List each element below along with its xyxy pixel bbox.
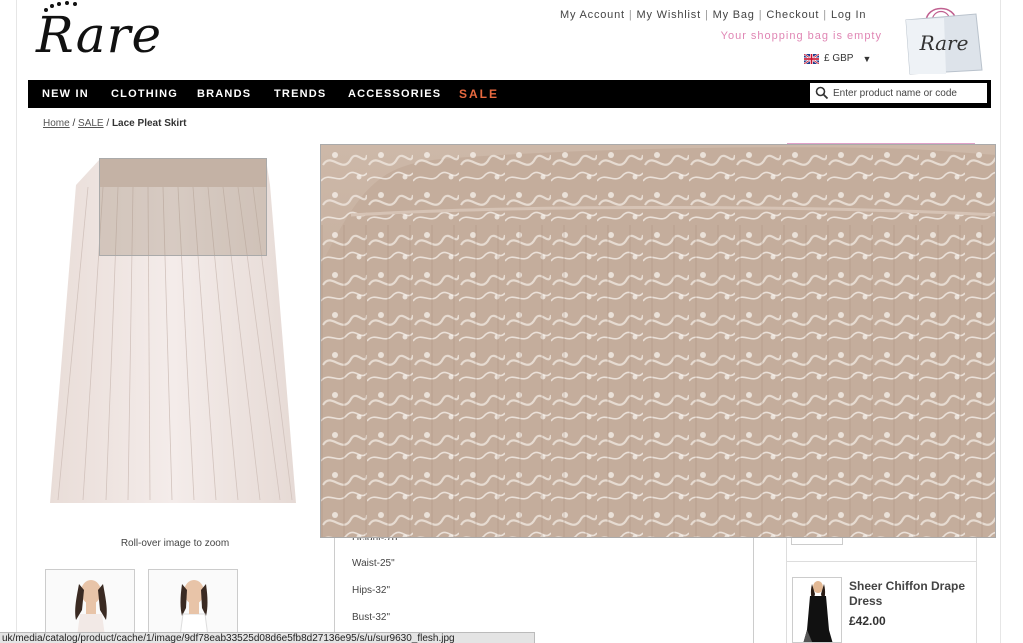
link-separator: | — [628, 9, 633, 21]
detail-hips: Hips-32" — [352, 585, 391, 596]
related-product-image[interactable] — [792, 577, 842, 643]
search-box — [809, 82, 988, 104]
page-border-left — [16, 0, 17, 643]
detail-waist: Waist-25" — [352, 558, 395, 569]
login-link[interactable]: Log In — [831, 9, 866, 21]
currency-selector[interactable]: £ GBP ▼ — [804, 53, 871, 64]
site-logo[interactable]: Rare — [36, 0, 176, 70]
search-icon[interactable] — [815, 86, 829, 100]
nav-new-in[interactable]: NEW IN — [42, 80, 89, 108]
related-thumbnail[interactable] — [791, 538, 843, 545]
nav-trends[interactable]: TRENDS — [274, 80, 326, 108]
breadcrumb-sale[interactable]: SALE — [78, 118, 104, 129]
related-product-price: £42.00 — [849, 614, 886, 628]
my-bag-link[interactable]: My Bag — [713, 9, 755, 21]
breadcrumb-current: Lace Pleat Skirt — [111, 118, 187, 129]
bag-status: Your shopping bag is empty — [720, 30, 882, 42]
shopping-bag-icon[interactable]: Rare — [904, 0, 984, 76]
link-separator: | — [758, 9, 763, 21]
zoom-preview — [320, 144, 996, 538]
bag-logo-text: Rare — [919, 31, 969, 55]
search-input[interactable] — [833, 87, 983, 99]
currency-label: £ GBP — [824, 53, 854, 64]
my-wishlist-link[interactable]: My Wishlist — [637, 9, 701, 21]
chevron-down-icon: ▼ — [862, 53, 872, 64]
account-links: My Account | My Wishlist | My Bag | Checkout | L… — [560, 9, 866, 21]
uk-flag-icon — [804, 53, 819, 64]
product-description — [334, 538, 754, 643]
nav-brands[interactable]: BRANDS — [197, 80, 251, 108]
detail-bust: Bust-32" — [352, 612, 391, 623]
divider — [786, 561, 977, 562]
zoom-lens[interactable] — [99, 158, 267, 256]
page-border-right — [1000, 0, 1001, 643]
nav-accessories[interactable]: ACCESSORIES — [348, 80, 441, 108]
checkout-link[interactable]: Checkout — [766, 9, 819, 21]
breadcrumb-home[interactable]: Home — [43, 118, 70, 129]
link-separator: | — [704, 9, 709, 21]
link-separator: | — [823, 9, 827, 21]
breadcrumb: Home / SALE / Lace Pleat Skirt — [43, 118, 187, 129]
related-product-name[interactable]: Sheer Chiffon Drape Dress — [849, 579, 974, 609]
zoom-hint: Roll-over image to zoom — [120, 538, 230, 549]
my-account-link[interactable]: My Account — [560, 9, 625, 21]
nav-clothing[interactable]: CLOTHING — [111, 80, 178, 108]
browser-status-url: uk/media/catalog/product/cache/1/image/9… — [0, 632, 535, 643]
logo-text: Rare — [36, 6, 163, 64]
nav-sale[interactable]: SALE — [459, 80, 499, 108]
